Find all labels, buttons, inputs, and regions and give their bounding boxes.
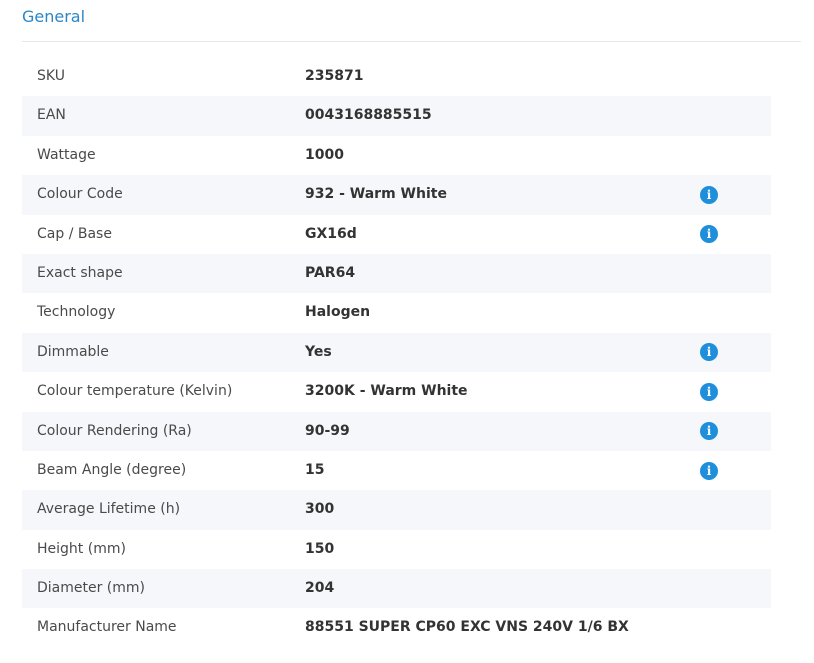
spec-row-wattage: Wattage 1000 i — [22, 136, 771, 175]
spec-label: Colour temperature (Kelvin) — [37, 383, 233, 400]
spec-row-beam-angle: Beam Angle (degree) 15 i — [22, 451, 771, 490]
spec-value: 88551 SUPER CP60 EXC VNS 240V 1/6 BX — [305, 619, 629, 636]
spec-value: 150 — [305, 540, 335, 557]
spec-value: 932 - Warm White — [305, 186, 447, 203]
spec-row-height: Height (mm) 150 i — [22, 530, 771, 569]
spec-row-colour-rendering: Colour Rendering (Ra) 90-99 i — [22, 411, 771, 451]
spec-label: SKU — [37, 68, 65, 84]
spec-row-colour-code: Colour Code 932 - Warm White i — [22, 175, 771, 215]
spec-value: 235871 — [305, 68, 364, 84]
spec-value: GX16d — [305, 225, 357, 242]
spec-value: 3200K - Warm White — [305, 383, 468, 400]
spec-value: 15 — [305, 461, 325, 478]
spec-value: 300 — [305, 501, 335, 518]
spec-label: Height (mm) — [37, 540, 126, 557]
section-title: General — [22, 7, 86, 26]
spec-label: Dimmable — [37, 343, 109, 360]
spec-row-technology: Technology Halogen i — [22, 293, 771, 332]
spec-row-dimmable: Dimmable Yes i — [22, 332, 771, 373]
spec-label: EAN — [37, 107, 66, 124]
spec-label: Exact shape — [37, 264, 123, 281]
spec-value: 204 — [305, 580, 335, 597]
section-divider — [22, 41, 801, 42]
info-icon[interactable]: i — [700, 461, 718, 480]
info-icon[interactable]: i — [700, 225, 718, 244]
spec-label: Manufacturer Name — [37, 619, 177, 636]
spec-row-exact-shape: Exact shape PAR64 i — [22, 253, 771, 294]
info-icon[interactable]: i — [700, 185, 718, 204]
spec-label: Diameter (mm) — [37, 580, 146, 597]
spec-value: PAR64 — [305, 264, 356, 281]
spec-row-ean: EAN 0043168885515 i — [22, 96, 771, 136]
spec-row-diameter: Diameter (mm) 204 i — [22, 569, 771, 609]
info-icon[interactable]: i — [700, 343, 718, 362]
spec-label: Cap / Base — [37, 225, 112, 242]
spec-label: Colour Code — [37, 186, 123, 203]
spec-label: Average Lifetime (h) — [37, 501, 181, 518]
spec-label: Wattage — [37, 146, 96, 163]
spec-value: 1000 — [305, 146, 344, 163]
spec-row-manufacturer-name: Manufacturer Name 88551 SUPER CP60 EXC V… — [22, 608, 771, 647]
info-icon[interactable]: i — [700, 422, 718, 441]
spec-row-average-lifetime: Average Lifetime (h) 300 i — [22, 490, 771, 530]
info-icon[interactable]: i — [700, 382, 718, 401]
spec-row-colour-temperature: Colour temperature (Kelvin) 3200K - Warm… — [22, 372, 771, 411]
spec-row-sku: SKU 235871 i — [22, 57, 771, 96]
spec-value: Halogen — [305, 304, 371, 321]
spec-row-cap-base: Cap / Base GX16d i — [22, 215, 771, 254]
spec-value: 90-99 — [305, 422, 350, 439]
spec-label: Technology — [37, 304, 116, 321]
spec-table: SKU 235871 i EAN 0043168885515 i Wattage… — [22, 57, 771, 648]
spec-label: Colour Rendering (Ra) — [37, 422, 192, 439]
spec-label: Beam Angle (degree) — [37, 461, 187, 478]
spec-value: Yes — [305, 343, 332, 360]
spec-value: 0043168885515 — [305, 107, 432, 124]
